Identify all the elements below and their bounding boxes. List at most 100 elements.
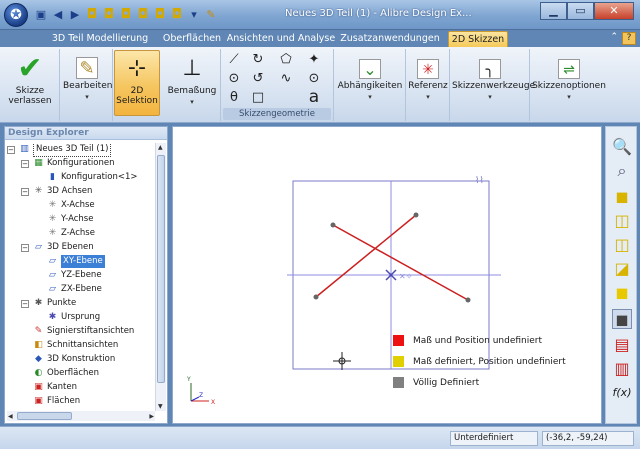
redo-icon[interactable]: ▶: [68, 8, 82, 22]
polygon-icon[interactable]: ⬠: [277, 51, 295, 68]
horizontal-scroll-thumb[interactable]: [17, 412, 72, 420]
skizzenoptionen-label: Skizzenoptionen: [532, 81, 606, 91]
cube-iso-icon[interactable]: ◪: [612, 259, 632, 279]
tree-node[interactable]: − ✳ 3D Achsen: [21, 185, 92, 198]
help-button[interactable]: ?: [622, 32, 636, 45]
pdf-icon[interactable]: ▤: [612, 335, 632, 355]
tree-node[interactable]: ✎ Signierstiftansichten: [21, 325, 135, 338]
tree-node[interactable]: ✱ Ursprung: [35, 311, 101, 324]
tangent-arc-icon[interactable]: ↺: [249, 70, 267, 87]
function-icon[interactable]: f(x): [612, 383, 632, 403]
tree-expander-icon[interactable]: −: [21, 243, 29, 252]
arc-icon[interactable]: ↻: [249, 51, 267, 68]
tab-zusatzanwendungen[interactable]: Zusatzanwendungen: [340, 31, 440, 47]
bearbeiten-button[interactable]: ✎ Bearbeiten ▾: [63, 51, 112, 117]
cube-icon[interactable]: ◘: [102, 8, 116, 22]
sketch-endpoint[interactable]: [313, 294, 319, 300]
cube-top-icon[interactable]: ◫: [612, 211, 632, 231]
vertical-scroll-thumb[interactable]: [157, 155, 165, 383]
minimize-button[interactable]: ▁: [540, 2, 567, 20]
cube-front-icon[interactable]: ◼: [612, 187, 632, 207]
text-tool-icon[interactable]: a: [305, 89, 323, 106]
tree-expander-icon[interactable]: −: [7, 145, 15, 154]
alibre-orb-icon[interactable]: ✪: [4, 3, 28, 27]
tree-node[interactable]: ◐ Oberflächen: [21, 367, 100, 380]
pencil-icon[interactable]: ✎: [204, 8, 218, 22]
sketch-drawing[interactable]: ⌇⌇ ✕✧ Y Z X: [173, 127, 603, 425]
sketch-line[interactable]: [315, 214, 417, 298]
circle-icon[interactable]: ⊙: [225, 70, 243, 87]
tree-expander-icon[interactable]: −: [21, 299, 29, 308]
sketch-line[interactable]: [332, 224, 469, 301]
scroll-right-icon[interactable]: ▶: [149, 413, 154, 420]
2d-selektion-button[interactable]: ⊹ 2D Selektion: [114, 50, 160, 116]
tree-node[interactable]: ◧ Schnittansichten: [21, 339, 118, 352]
cube-yellow-icon[interactable]: ◼: [612, 283, 632, 303]
tree-node[interactable]: − ▥ Neues 3D Teil (1): [7, 143, 112, 157]
dropdown-icon[interactable]: ▾: [187, 8, 201, 22]
circle-red-icon[interactable]: ⊙: [305, 70, 323, 87]
sketch-canvas[interactable]: ⌇⌇ ✕✧ Y Z X Maß und Position undefiniert…: [172, 126, 602, 424]
tab-oberflaechen[interactable]: Oberflächen: [160, 31, 224, 47]
horizontal-scrollbar[interactable]: ◀ ▶: [7, 411, 155, 421]
tree-node[interactable]: − ▱ 3D Ebenen: [21, 241, 94, 254]
cube-icon[interactable]: ◘: [170, 8, 184, 22]
tree-node[interactable]: ▱ XY-Ebene: [35, 255, 105, 268]
tree-expander-icon[interactable]: −: [21, 187, 29, 196]
skizzenoptionen-button[interactable]: ⇌ Skizzenoptionen ▾: [532, 51, 606, 117]
tree-node[interactable]: ▮ Konfiguration<1>: [35, 171, 138, 184]
tab-3d-teil-modellierung[interactable]: 3D Teil Modellierung: [40, 31, 160, 47]
referenz-button[interactable]: ✳ Referenz ▾: [407, 51, 449, 117]
scroll-up-icon[interactable]: ▲: [158, 144, 163, 151]
point-icon[interactable]: ✦: [305, 51, 323, 68]
scroll-down-icon[interactable]: ▼: [158, 403, 163, 410]
zoom-window-icon[interactable]: ⌕: [612, 161, 632, 181]
legend-label: Maß definiert, Position undefiniert: [413, 356, 566, 367]
origin-marker[interactable]: ✕✧: [385, 269, 413, 281]
tree-node[interactable]: ▱ YZ-Ebene: [35, 269, 102, 282]
skizze-verlassen-button[interactable]: ✔ Skizze verlassen: [4, 51, 56, 117]
line-icon[interactable]: ⟋: [225, 51, 243, 68]
tab-ansichten-und-analyse[interactable]: Ansichten und Analyse: [226, 31, 336, 47]
tab-2d-skizzen[interactable]: 2D Skizzen: [448, 31, 508, 47]
tree-node[interactable]: − ▦ Konfigurationen: [21, 157, 114, 170]
undo-icon[interactable]: ◀: [51, 8, 65, 22]
tree-node-label: ZX-Ebene: [61, 284, 102, 294]
cube-icon[interactable]: ◘: [153, 8, 167, 22]
maximize-button[interactable]: ▭: [567, 2, 594, 20]
export-icon[interactable]: ▥: [612, 359, 632, 379]
tree-node[interactable]: ▱ ZX-Ebene: [35, 283, 102, 296]
ribbon-minimize-icon[interactable]: ⌃: [610, 32, 618, 42]
cube-icon[interactable]: ◘: [85, 8, 99, 22]
skizzenwerkzeuge-button[interactable]: ╮ Skizzenwerkzeuge ▾: [452, 51, 535, 117]
part-icon: ▥: [20, 144, 29, 154]
sketch-endpoint[interactable]: [413, 212, 419, 218]
cube-icon[interactable]: ◘: [119, 8, 133, 22]
tree-node[interactable]: ▣ Kanten: [21, 381, 77, 394]
sketch-endpoint[interactable]: [465, 297, 471, 303]
abhaengigkeiten-button[interactable]: ⌄ Abhängikeiten ▾: [336, 51, 404, 117]
bemassung-label: Bemaßung: [167, 86, 217, 96]
tree-node[interactable]: ◆ 3D Konstruktion: [21, 353, 115, 366]
cube-dark-icon[interactable]: ◼: [612, 309, 632, 329]
ellipse-icon[interactable]: θ: [225, 89, 243, 106]
save-icon[interactable]: ▣: [34, 8, 48, 22]
cube-side-icon[interactable]: ◫: [612, 235, 632, 255]
vertical-scrollbar[interactable]: ▲ ▼: [155, 143, 166, 411]
chevron-down-icon: ▾: [426, 93, 430, 101]
scroll-left-icon[interactable]: ◀: [8, 413, 13, 420]
tree-node[interactable]: ✳ Z-Achse: [35, 227, 95, 240]
axis-icon: ✳: [48, 200, 57, 210]
bemassung-button[interactable]: ⊥ Bemaßung ▾: [165, 51, 219, 117]
close-button[interactable]: ✕: [594, 2, 634, 20]
tree-node[interactable]: ▣ Flächen: [21, 395, 80, 408]
spline-icon[interactable]: ∿: [277, 70, 295, 87]
cube-icon[interactable]: ◘: [136, 8, 150, 22]
zoom-icon[interactable]: 🔍: [612, 137, 632, 157]
tree-node[interactable]: ✳ X-Achse: [35, 199, 95, 212]
tree-expander-icon[interactable]: −: [21, 159, 29, 168]
sketch-endpoint[interactable]: [330, 222, 336, 228]
tree-node[interactable]: − ✱ Punkte: [21, 297, 76, 310]
rectangle-icon[interactable]: □: [249, 89, 267, 106]
tree-node[interactable]: ✳ Y-Achse: [35, 213, 94, 226]
